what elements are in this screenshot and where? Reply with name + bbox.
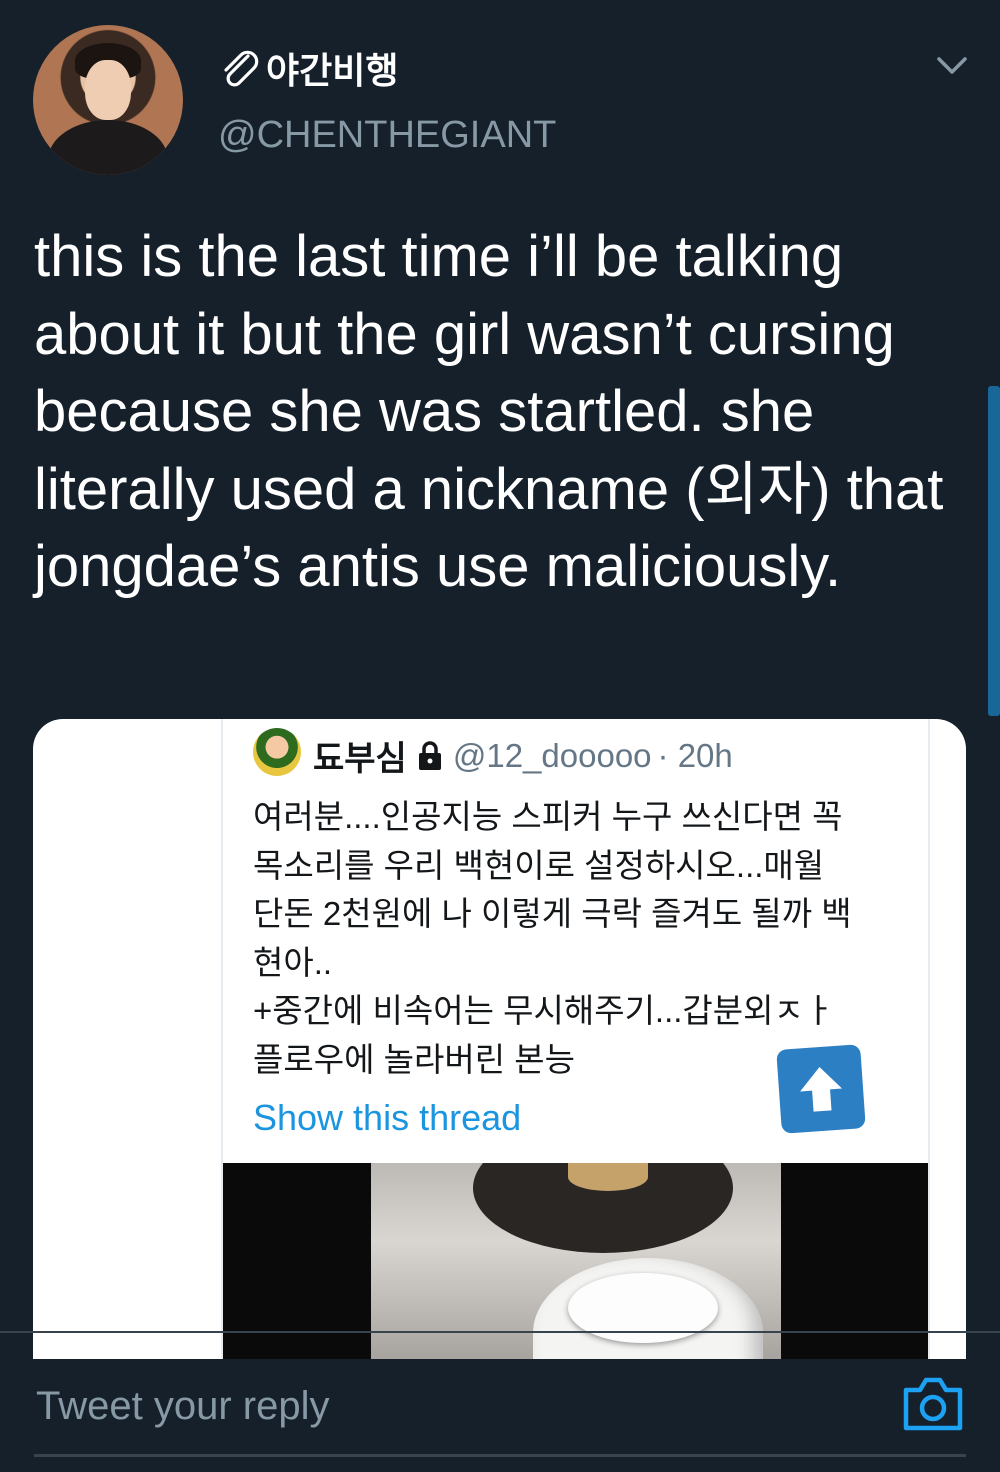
attached-image[interactable]: 됴부심 @12_dooooo · 20h 여러분....인공지능 스피커 누구 … <box>33 719 966 1359</box>
camera-icon[interactable] <box>900 1372 966 1434</box>
arrow-up-icon <box>800 1067 843 1112</box>
quoted-body: 여러분....인공지능 스피커 누구 쓰신다면 꼭 목소리를 우리 백현이로 설… <box>253 798 852 1078</box>
quoted-time: · 20h <box>657 736 733 774</box>
reply-input[interactable] <box>34 1370 878 1442</box>
scroll-up-button <box>776 1044 866 1134</box>
tweet-text: this is the last time i’ll be talking ab… <box>34 224 944 599</box>
quoted-handle: @12_dooooo <box>452 736 652 774</box>
author-avatar[interactable] <box>33 25 183 175</box>
quoted-avatar <box>253 728 301 776</box>
paperclip-icon <box>224 50 259 87</box>
reply-underline <box>34 1454 966 1457</box>
author-name-text: 야간비행 <box>266 50 399 91</box>
video-wood-object <box>568 1163 648 1191</box>
quoted-tweet-screenshot: 됴부심 @12_dooooo · 20h 여러분....인공지능 스피커 누구 … <box>221 719 930 1359</box>
embedded-video-thumbnail <box>223 1163 928 1359</box>
show-thread-link: Show this thread <box>253 1097 522 1138</box>
scrollbar[interactable] <box>988 386 1000 716</box>
avatar-suit <box>48 120 168 175</box>
author-display-name[interactable]: 야간비행 <box>218 42 398 94</box>
quoted-header: 됴부심 @12_dooooo · 20h <box>313 731 733 780</box>
quoted-name: 됴부심 <box>313 740 407 778</box>
author-handle[interactable]: @CHENTHEGIANT <box>218 114 556 157</box>
avatar-face <box>85 60 131 120</box>
reply-bar-divider <box>0 1331 1000 1333</box>
lock-icon <box>418 740 441 770</box>
chevron-down-icon[interactable] <box>934 50 970 80</box>
